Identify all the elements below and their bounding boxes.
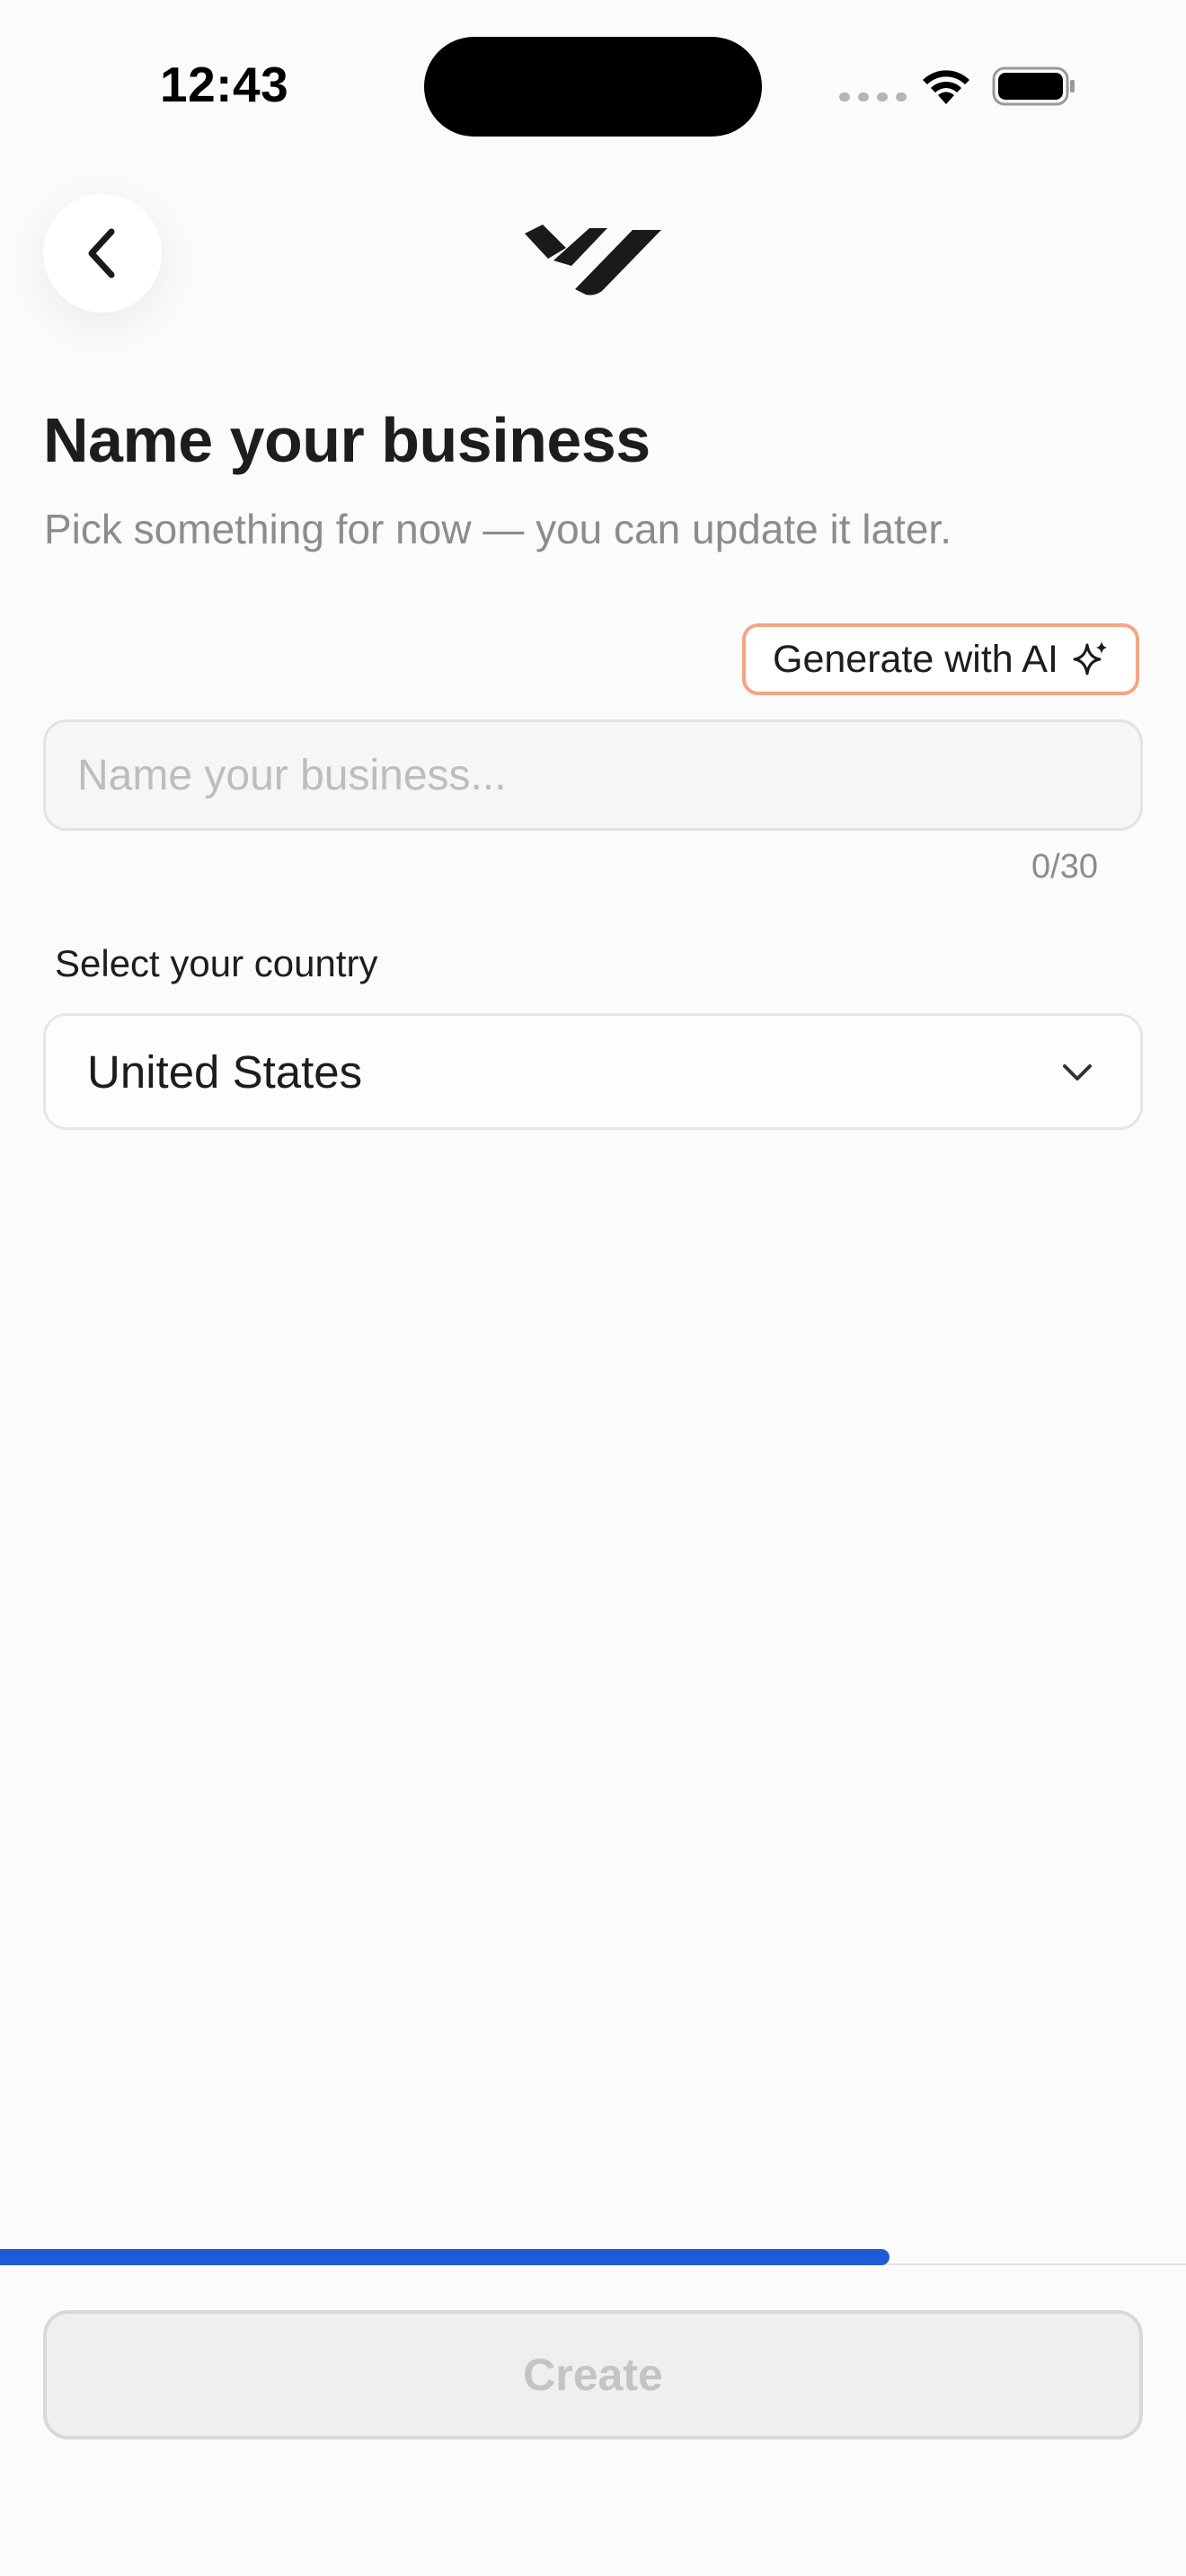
page-subtitle: Pick something for now — you can update … (44, 506, 951, 552)
brand-logo-icon (525, 225, 661, 296)
character-count: 0/30 (1031, 848, 1098, 886)
chevron-down-icon (1063, 1064, 1092, 1081)
wifi-icon (923, 70, 969, 104)
sparkle-icon (1073, 641, 1107, 675)
page-title: Name your business (43, 405, 651, 475)
business-name-input[interactable] (43, 719, 1143, 831)
country-label: Select your country (55, 942, 378, 984)
cellular-signal-icon (839, 93, 907, 101)
generate-with-ai-label: Generate with AI (773, 637, 1058, 681)
chevron-left-icon (88, 228, 115, 278)
create-button[interactable]: Create (43, 2310, 1143, 2439)
battery-icon (992, 66, 1075, 106)
dynamic-island (424, 37, 762, 137)
country-selected-value: United States (87, 1045, 363, 1098)
progress-bar (0, 2249, 890, 2265)
country-select[interactable]: United States (43, 1013, 1143, 1130)
back-button[interactable] (43, 194, 162, 313)
generate-with-ai-button[interactable]: Generate with AI (742, 623, 1139, 695)
status-time: 12:43 (160, 57, 289, 112)
